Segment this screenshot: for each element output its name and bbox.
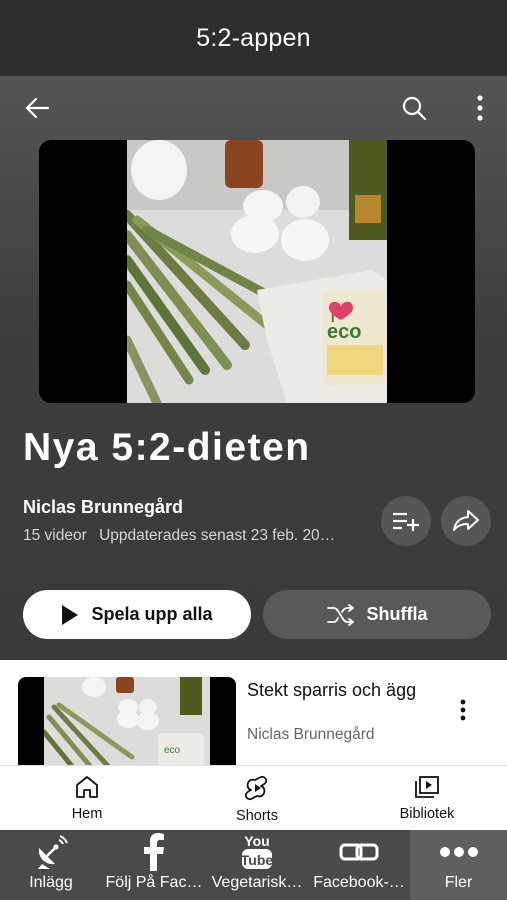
- svg-text:eco: eco: [327, 321, 361, 343]
- nav-home-label: Hem: [71, 806, 103, 822]
- svg-text:Tube: Tube: [241, 852, 274, 868]
- video-count: 15 videor: [23, 527, 87, 544]
- shuffle-icon: [326, 603, 354, 626]
- video-title[interactable]: Stekt sparris och ägg: [247, 678, 437, 702]
- nav-library[interactable]: Bibliotek: [367, 774, 487, 822]
- appnav-facebook-link[interactable]: Facebook-…: [308, 830, 410, 900]
- more-horizontal-icon: [439, 830, 479, 874]
- app-bar: 5:2-appen: [0, 0, 507, 76]
- appnav-follow-facebook-label: Följ På Fac…: [105, 874, 203, 891]
- playlist-owner[interactable]: Niclas Brunnegård: [23, 497, 183, 518]
- arrow-left-icon: [25, 97, 50, 119]
- appnav-more-label: Fler: [444, 874, 473, 891]
- more-vertical-icon: [477, 95, 483, 121]
- back-button[interactable]: [19, 90, 55, 126]
- appnav-more[interactable]: Fler: [410, 830, 507, 900]
- svg-text:eco: eco: [164, 745, 181, 756]
- nav-shorts[interactable]: Shorts: [197, 774, 317, 824]
- appnav-vegetarisk[interactable]: You Tube Vegetarisk…: [206, 830, 308, 900]
- share-icon: [453, 510, 479, 531]
- thumbnail-frame: eco: [44, 677, 210, 765]
- video-thumbnail[interactable]: eco: [18, 677, 236, 765]
- video-frame: I eco: [127, 140, 387, 403]
- nav-shorts-label: Shorts: [236, 808, 278, 824]
- appnav-inlagg[interactable]: Inlägg: [0, 830, 102, 900]
- facebook-icon: [143, 830, 165, 874]
- shuffle-button[interactable]: Shuffla: [263, 590, 491, 639]
- play-all-button[interactable]: Spela upp alla: [23, 590, 251, 639]
- playlist-meta: 15 videor Uppdaterades senast 23 feb. 20…: [23, 527, 335, 545]
- search-icon: [402, 96, 427, 121]
- play-all-label: Spela upp alla: [91, 604, 213, 624]
- nav-home[interactable]: Hem: [27, 774, 147, 822]
- save-to-playlist-button[interactable]: [381, 496, 431, 546]
- search-button[interactable]: [396, 90, 432, 126]
- home-icon: [76, 776, 98, 798]
- satellite-icon: [33, 830, 69, 874]
- appnav-follow-facebook[interactable]: Följ På Fac…: [102, 830, 206, 900]
- toolbar: [0, 82, 507, 132]
- appnav-vegetarisk-label: Vegetarisk…: [211, 874, 303, 891]
- video-menu-button[interactable]: [451, 698, 475, 722]
- youtube-icon: You Tube: [240, 830, 274, 874]
- app-title: 5:2-appen: [196, 23, 311, 52]
- more-vertical-icon: [460, 699, 466, 721]
- appnav-facebook-link-label: Facebook-…: [313, 874, 405, 891]
- playlist-title: Nya 5:2-dieten: [23, 426, 311, 469]
- nav-library-label: Bibliotek: [399, 806, 455, 822]
- link-icon: [339, 830, 379, 874]
- svg-text:You: You: [244, 833, 269, 849]
- video-list: eco Stekt sparris och ägg Niclas Brunneg…: [0, 660, 507, 765]
- shorts-icon: [244, 775, 268, 801]
- more-button[interactable]: [462, 90, 498, 126]
- youtube-bottom-nav: Hem Shorts Bibliotek: [0, 765, 507, 830]
- play-icon: [62, 604, 79, 625]
- shuffle-label: Shuffla: [366, 604, 428, 624]
- library-icon: [415, 776, 439, 798]
- playlist-add-icon: [393, 512, 419, 531]
- playlist-thumbnail[interactable]: I eco: [39, 140, 475, 403]
- updated-text: Uppdaterades senast 23 feb. 20…: [99, 527, 336, 544]
- video-author: Niclas Brunnegård: [247, 726, 375, 743]
- share-button[interactable]: [441, 496, 491, 546]
- app-bottom-nav: Inlägg Följ På Fac… You Tube Vegetarisk……: [0, 830, 507, 900]
- appnav-inlagg-label: Inlägg: [29, 874, 73, 891]
